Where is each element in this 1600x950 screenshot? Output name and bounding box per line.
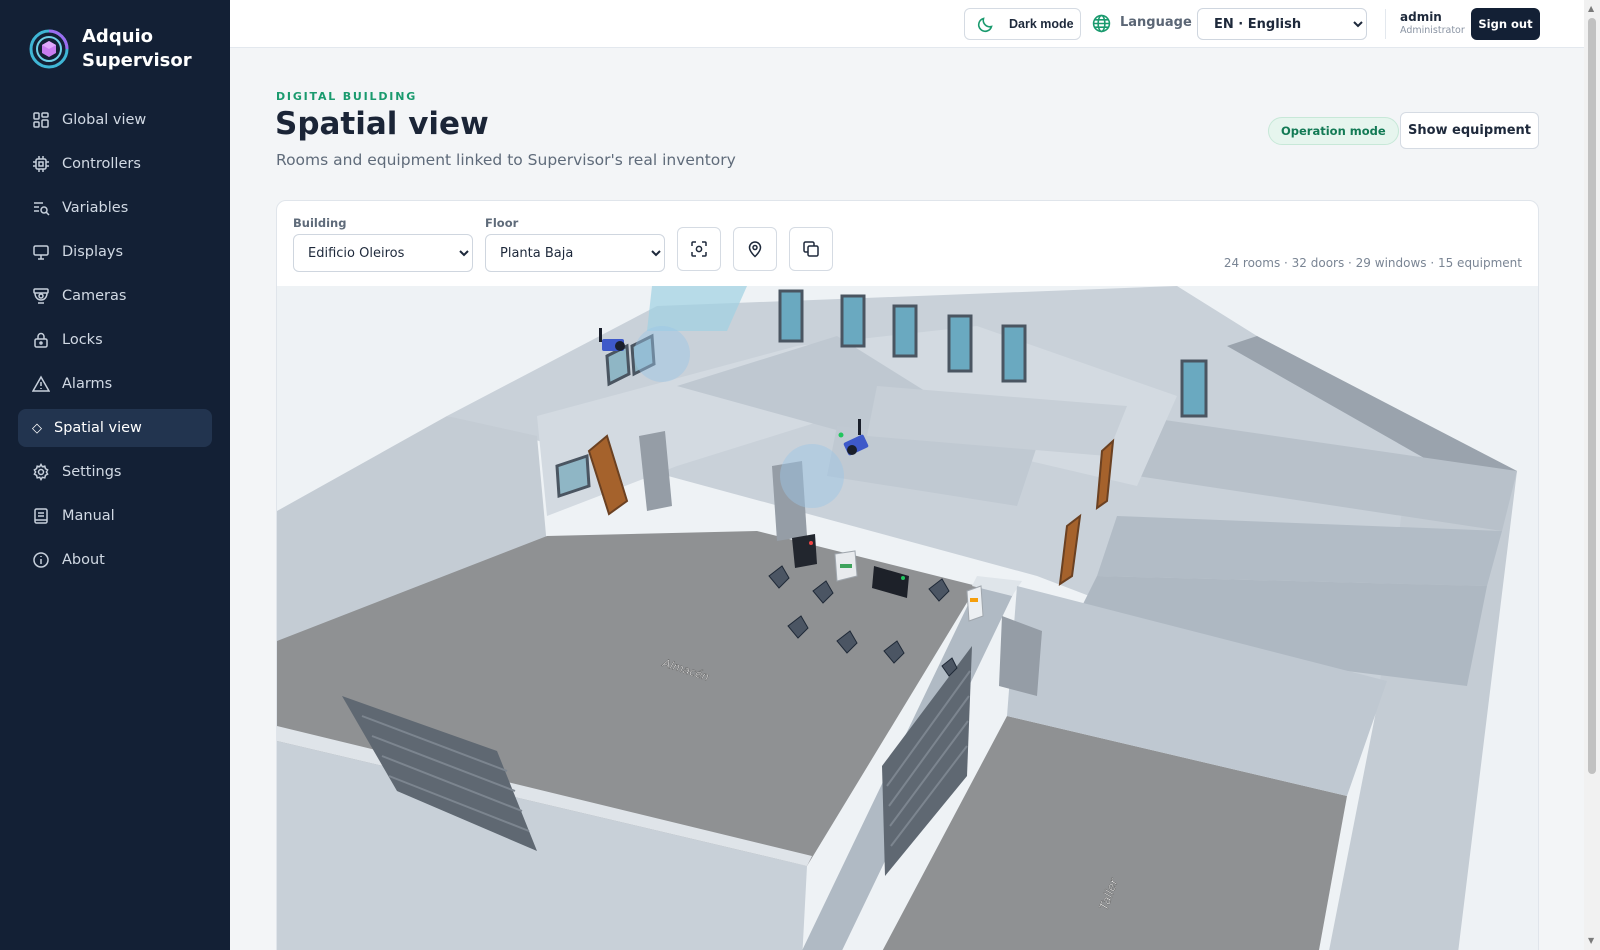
scroll-down-icon[interactable]: ▼	[1588, 936, 1594, 945]
dark-mode-button[interactable]: Dark mode	[964, 8, 1081, 40]
section-eyebrow: DIGITAL BUILDING	[276, 90, 418, 103]
building-stats: 24 rooms · 32 doors · 29 windows · 15 eq…	[1223, 256, 1522, 270]
app-name-line2: Supervisor	[82, 50, 192, 71]
sidebar-item-cameras[interactable]: Cameras	[18, 277, 212, 315]
sidebar-item-label: Alarms	[62, 376, 113, 392]
grid-icon	[33, 112, 49, 128]
moon-icon	[977, 17, 993, 33]
page-scrollbar[interactable]: ▲ ▼	[1584, 0, 1600, 950]
floor-label: Floor	[485, 216, 519, 230]
copy-view-button[interactable]	[789, 227, 833, 271]
sidebar-item-label: Cameras	[62, 288, 127, 304]
sidebar-item-label: Global view	[62, 112, 147, 128]
sidebar-item-alarms[interactable]: Alarms	[18, 365, 212, 403]
alert-triangle-icon	[32, 375, 50, 392]
building-select[interactable]: Edificio Oleiros	[293, 234, 473, 272]
sidebar-item-label: Displays	[62, 244, 124, 260]
sidebar-item-label: Controllers	[62, 156, 141, 172]
user-name: admin	[1400, 10, 1442, 24]
sidebar-item-spatial-view[interactable]: ◇ Spatial view	[18, 409, 212, 447]
map-pin-icon	[748, 241, 762, 258]
info-icon	[33, 552, 49, 568]
diamond-icon: ◇	[32, 420, 42, 436]
show-equipment-button[interactable]: Show equipment	[1400, 112, 1539, 149]
sidebar-item-locks[interactable]: Locks	[18, 321, 212, 359]
building-label: Building	[293, 216, 347, 230]
location-pin-button[interactable]	[733, 227, 777, 271]
language-label: Language	[1120, 15, 1192, 30]
sidebar-item-displays[interactable]: Displays	[18, 233, 212, 271]
building-3d-scene[interactable]: Almacén Taller	[277, 286, 1539, 950]
top-bar: Dark mode Language EN · English admin Ad…	[230, 0, 1584, 48]
search-list-icon	[34, 202, 50, 216]
gear-icon	[33, 463, 49, 481]
sign-out-button[interactable]: Sign out	[1471, 8, 1540, 40]
book-icon	[34, 508, 48, 524]
sidebar-item-label: Spatial view	[54, 420, 142, 436]
sidebar-item-label: Locks	[62, 332, 103, 348]
brand[interactable]: Adquio Supervisor	[28, 25, 192, 73]
focus-view-button[interactable]	[677, 227, 721, 271]
focus-icon	[691, 241, 707, 257]
sidebar-item-label: Variables	[62, 200, 129, 216]
sidebar-item-global-view[interactable]: Global view	[18, 101, 212, 139]
chip-icon	[33, 156, 49, 172]
camera-icon	[33, 288, 49, 304]
sidebar-item-label: Settings	[62, 464, 122, 480]
monitor-icon	[33, 245, 49, 260]
user-role: Administrator	[1400, 25, 1465, 36]
topbar-divider	[1385, 9, 1386, 39]
sidebar-item-controllers[interactable]: Controllers	[18, 145, 212, 183]
page-subtitle: Rooms and equipment linked to Supervisor…	[276, 151, 736, 169]
copy-icon	[803, 241, 819, 257]
app-name-line1: Adquio	[82, 26, 154, 47]
controller-equipment-icon[interactable]	[792, 534, 817, 568]
operation-mode-badge: Operation mode	[1268, 117, 1399, 145]
scroll-up-icon[interactable]: ▲	[1588, 4, 1594, 13]
sidebar-item-label: Manual	[62, 508, 115, 524]
building-canvas[interactable]: Almacén Taller	[277, 286, 1539, 950]
sidebar-nav: Global view Controllers Variables Displa…	[18, 101, 212, 585]
sidebar-item-about[interactable]: About	[18, 541, 212, 579]
globe-icon	[1092, 14, 1111, 33]
lock-icon	[34, 332, 48, 348]
spatial-panel: Building Edificio Oleiros Floor Planta B…	[276, 200, 1539, 950]
io-module-icon[interactable]	[834, 550, 858, 582]
page-title: Spatial view	[275, 106, 489, 142]
scrollbar-thumb[interactable]	[1588, 18, 1596, 774]
language-select[interactable]: EN · English	[1197, 8, 1367, 40]
app-logo-icon	[29, 29, 69, 69]
sidebar-item-settings[interactable]: Settings	[18, 453, 212, 491]
sidebar-item-manual[interactable]: Manual	[18, 497, 212, 535]
panel-module-icon[interactable]	[966, 585, 984, 622]
floor-select[interactable]: Planta Baja	[485, 234, 665, 272]
dark-mode-label: Dark mode	[1009, 17, 1074, 31]
sidebar-item-variables[interactable]: Variables	[18, 189, 212, 227]
sidebar: Adquio Supervisor Global view Controller…	[0, 0, 230, 950]
sidebar-item-label: About	[62, 552, 105, 568]
